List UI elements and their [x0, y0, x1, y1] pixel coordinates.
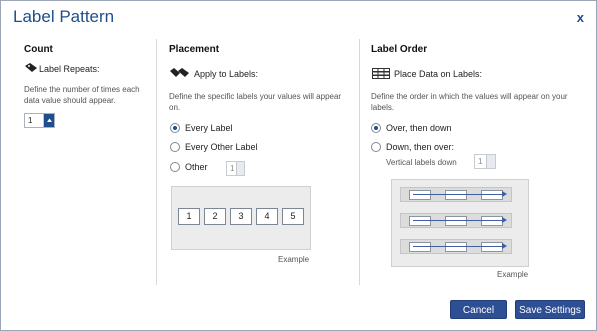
- example-cell: 4: [256, 208, 278, 225]
- order-example-row: [400, 187, 512, 202]
- radio-over-then-down[interactable]: [371, 123, 381, 133]
- order-example-cell: [409, 242, 431, 252]
- close-button[interactable]: x: [577, 10, 584, 25]
- example-cell: 2: [204, 208, 226, 225]
- save-settings-button[interactable]: Save Settings: [515, 300, 585, 319]
- order-example-cell: [445, 242, 467, 252]
- placement-example-box: 1 2 3 4 5: [171, 186, 311, 250]
- other-option[interactable]: Other: [185, 162, 208, 172]
- order-example-caption: Example: [497, 270, 529, 279]
- order-example-cell: [481, 216, 503, 226]
- count-heading: Count: [24, 44, 53, 55]
- example-cell: 1: [178, 208, 200, 225]
- example-cell: 5: [282, 208, 304, 225]
- increment-arrow-icon[interactable]: [43, 114, 54, 127]
- over-then-down-option[interactable]: Over, then down: [386, 123, 452, 133]
- every-label-option[interactable]: Every Label: [185, 123, 233, 133]
- order-example-cell: [445, 216, 467, 226]
- other-value: 1: [230, 164, 235, 173]
- dialog-title: Label Pattern: [13, 7, 115, 26]
- order-arrow-icon: [413, 217, 507, 223]
- vertical-labels-stepper[interactable]: 1: [474, 154, 496, 169]
- radio-every-label[interactable]: [170, 123, 180, 133]
- vertical-labels-value: 1: [478, 157, 483, 166]
- place-data-label: Place Data on Labels:: [394, 69, 483, 79]
- order-example-cell: [409, 190, 431, 200]
- every-other-label-option[interactable]: Every Other Label: [185, 142, 258, 152]
- cancel-button[interactable]: Cancel: [450, 300, 507, 319]
- label-pattern-dialog: Label Pattern x Count Label Repeats: Def…: [0, 0, 597, 331]
- placement-example-caption: Example: [278, 255, 310, 264]
- repeats-value: 1: [28, 116, 33, 125]
- example-cell: 3: [230, 208, 252, 225]
- label-repeats-label: Label Repeats:: [39, 64, 100, 74]
- order-example-box: [391, 179, 529, 267]
- placement-description: Define the specific labels your values w…: [169, 92, 342, 112]
- order-example-row: [400, 239, 512, 254]
- label-order-heading: Label Order: [371, 44, 428, 55]
- vertical-labels-label: Vertical labels down: [386, 158, 457, 167]
- order-example-row: [400, 213, 512, 228]
- radio-every-other-label[interactable]: [170, 142, 180, 152]
- tag-icon: [24, 63, 38, 73]
- vertical-stepper-arrow-icon[interactable]: [486, 155, 495, 168]
- radio-down-then-over[interactable]: [371, 142, 381, 152]
- tags-icon: [169, 68, 191, 78]
- divider-count-placement: [156, 39, 157, 285]
- label-order-description: Define the order in which the values wil…: [371, 92, 568, 112]
- grid-icon: [372, 68, 390, 79]
- other-stepper-arrow-icon[interactable]: [236, 162, 244, 175]
- repeats-stepper[interactable]: 1: [24, 113, 55, 128]
- order-example-cell: [481, 190, 503, 200]
- title-bar: Label Pattern x: [1, 1, 596, 33]
- apply-to-labels-label: Apply to Labels:: [194, 69, 259, 79]
- order-arrow-icon: [413, 191, 507, 197]
- order-example-cell: [409, 216, 431, 226]
- order-arrow-icon: [413, 243, 507, 249]
- divider-placement-order: [359, 39, 360, 285]
- order-example-cell: [445, 190, 467, 200]
- placement-heading: Placement: [169, 44, 220, 55]
- count-description: Define the number of times each data val…: [24, 85, 140, 105]
- other-stepper[interactable]: 1: [226, 161, 245, 176]
- order-example-cell: [481, 242, 503, 252]
- down-then-over-option[interactable]: Down, then over:: [386, 142, 454, 152]
- radio-other[interactable]: [170, 162, 180, 172]
